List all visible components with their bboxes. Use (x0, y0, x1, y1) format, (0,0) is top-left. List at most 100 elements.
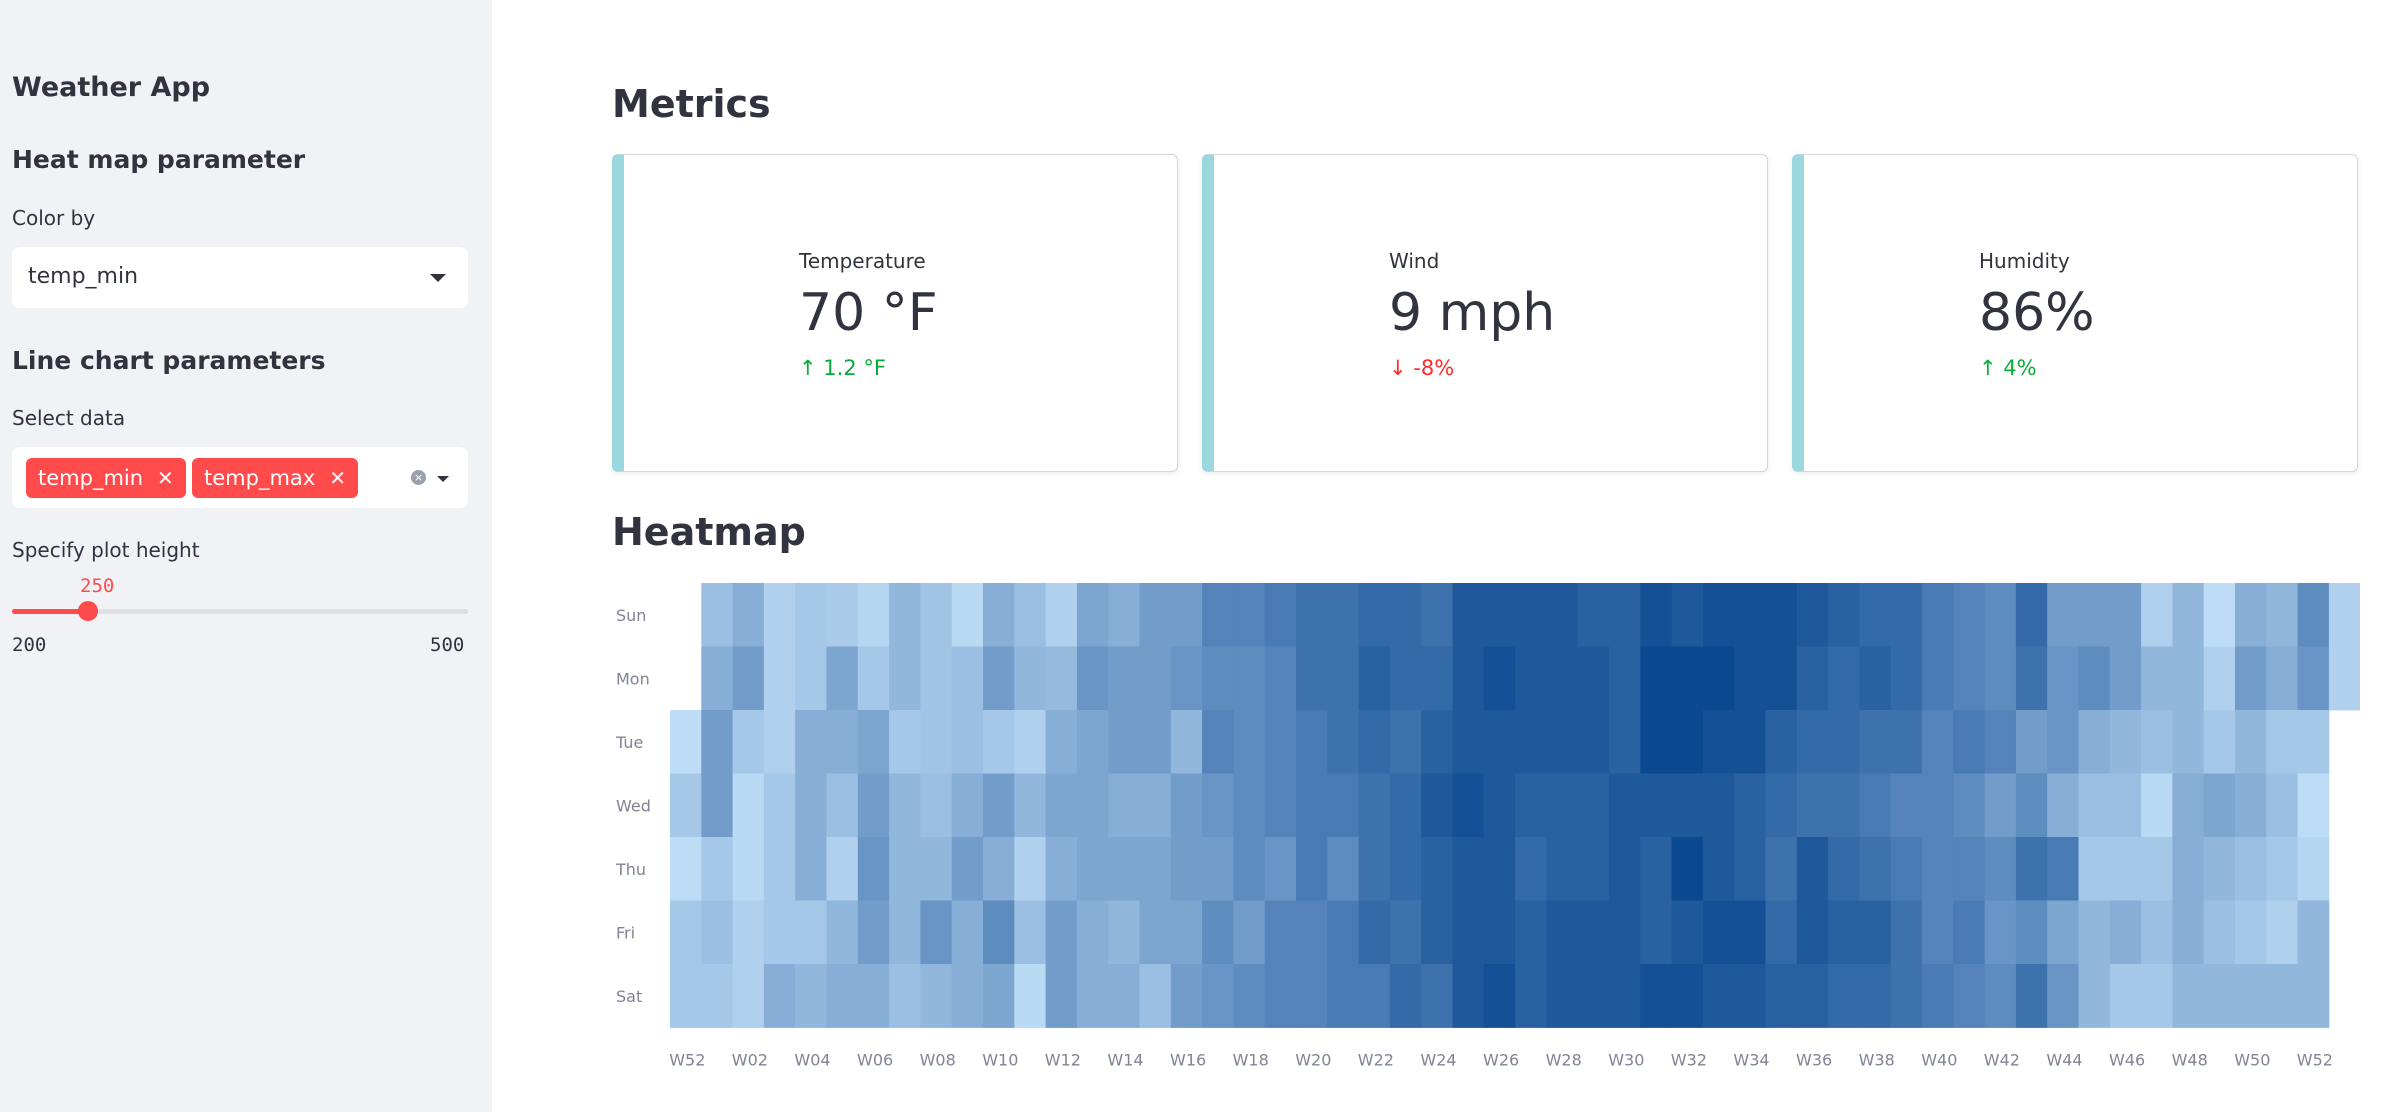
tag-temp-max[interactable]: temp_max ✕ (192, 458, 358, 498)
heatmap-cell (1108, 773, 1140, 838)
heatmap-cell (701, 837, 733, 901)
heatmap-cell (1702, 900, 1735, 965)
select-data-multiselect[interactable]: temp_min ✕ temp_max ✕ × (12, 447, 468, 508)
heatmap-cell (1609, 837, 1641, 901)
heatmap-cell (1640, 900, 1672, 965)
heatmap-cell (732, 773, 765, 838)
color-by-value: temp_min (28, 264, 139, 289)
heatmap-cell (1828, 900, 1860, 965)
heatmap-cell (2047, 964, 2079, 1028)
heatmap-cell (2141, 583, 2173, 647)
heatmap-cell (2203, 583, 2236, 647)
plot-height-label: Specify plot height (12, 538, 200, 562)
heatmap-cell (2109, 583, 2142, 647)
color-by-label: Color by (12, 206, 96, 230)
heatmap-cell (1014, 964, 1046, 1028)
chevron-down-icon[interactable] (437, 476, 449, 482)
heatmap-cell (1296, 646, 1328, 711)
heatmap-cell (1296, 964, 1328, 1028)
heatmap-cell (1546, 837, 1579, 901)
heatmap-cell (1984, 964, 2017, 1028)
heatmap-cell (920, 583, 953, 647)
heatmap-cell (1890, 900, 1923, 965)
heatmap-cell (1671, 900, 1704, 965)
heatmap-cell (1296, 583, 1328, 647)
heatmap-cell (1139, 646, 1172, 711)
heatmap-cell (951, 583, 984, 647)
close-icon[interactable]: ✕ (157, 466, 174, 490)
heatmap-cell (1483, 583, 1516, 647)
heatmap-cell (1640, 773, 1672, 838)
heatmap-cell (826, 837, 859, 901)
heatmap-cell (1702, 646, 1735, 711)
heatmap-cell (2015, 964, 2048, 1028)
heatmap-cell (889, 773, 921, 838)
heatmap-cell (889, 583, 921, 647)
slider-thumb[interactable] (77, 601, 98, 621)
heatmap-cell (951, 773, 984, 838)
heatmap-cell (763, 773, 796, 838)
heatmap-cell (920, 710, 953, 774)
heatmap-cell (2078, 710, 2111, 774)
heatmap-cell (1546, 900, 1579, 965)
heatmap-cell (2266, 900, 2298, 965)
heatmap-cell (1702, 583, 1735, 647)
heatmap-cell (1953, 583, 1985, 647)
heatmap-cell (983, 646, 1015, 711)
heatmap-cell (1139, 583, 1172, 647)
heatmap-cell (1389, 710, 1422, 774)
metric-card-wind: Wind 9 mph ↓ -8% (1202, 154, 1768, 472)
heatmap-cell (1796, 964, 1829, 1028)
heatmap-cell (2141, 900, 2173, 965)
chevron-down-icon[interactable] (430, 274, 446, 282)
heatmap-cell (857, 710, 890, 774)
heatmap-cell (2266, 646, 2298, 711)
heatmap-cell (763, 837, 796, 901)
heatmap-cell (1483, 773, 1516, 838)
heatmap-cell (2015, 837, 2048, 901)
x-tick-label: W18 (1233, 1051, 1269, 1070)
heatmap-cell (1014, 900, 1046, 965)
heatmap-cell (670, 900, 702, 965)
heatmap-cell (1577, 900, 1610, 965)
heatmap-cell (2078, 964, 2111, 1028)
heatmap-cell (2172, 773, 2205, 838)
heatmap-cell (889, 646, 921, 711)
close-icon[interactable]: ✕ (329, 466, 346, 490)
heatmap-cell (1953, 900, 1985, 965)
heatmap-cell (1421, 773, 1453, 838)
heatmap-cell (1546, 964, 1579, 1028)
heatmap-cell (2109, 964, 2142, 1028)
x-tick-label: W28 (1546, 1051, 1582, 1070)
heatmap-cell (1327, 710, 1359, 774)
tag-temp-min[interactable]: temp_min ✕ (26, 458, 186, 498)
plot-height-slider[interactable] (12, 601, 468, 621)
heatmap-cell (1890, 773, 1923, 838)
heatmap-cell (1890, 710, 1923, 774)
y-tick-label: Mon (616, 669, 650, 688)
heatmap-cell (1671, 773, 1704, 838)
heatmap-cell (763, 646, 796, 711)
heatmap-cell (1170, 583, 1203, 647)
arrow-up-icon: ↑ (799, 356, 817, 380)
color-by-select[interactable]: temp_min (12, 247, 468, 308)
clear-all-icon[interactable]: × (411, 470, 426, 485)
heatmap-cell (1076, 583, 1109, 647)
heatmap-cell (1076, 710, 1109, 774)
x-tick-label: W04 (794, 1051, 830, 1070)
heatmap-cell (1515, 773, 1547, 838)
heatmap-cell (701, 900, 733, 965)
heatmap-cell (1922, 773, 1954, 838)
heatmap-cell (1327, 964, 1359, 1028)
heatmap-cell (1170, 646, 1203, 711)
heatmap-cell (1045, 583, 1078, 647)
heatmap-cell (1452, 773, 1485, 838)
heatmap-cell (2109, 646, 2142, 711)
y-tick-label: Sat (616, 987, 642, 1006)
heatmap-cell (1108, 964, 1140, 1028)
heatmap-cell (920, 900, 953, 965)
heatmap-cell (826, 964, 859, 1028)
heatmap-cell (2235, 583, 2267, 647)
heatmap-cell (920, 964, 953, 1028)
heatmap-cell (1483, 837, 1516, 901)
